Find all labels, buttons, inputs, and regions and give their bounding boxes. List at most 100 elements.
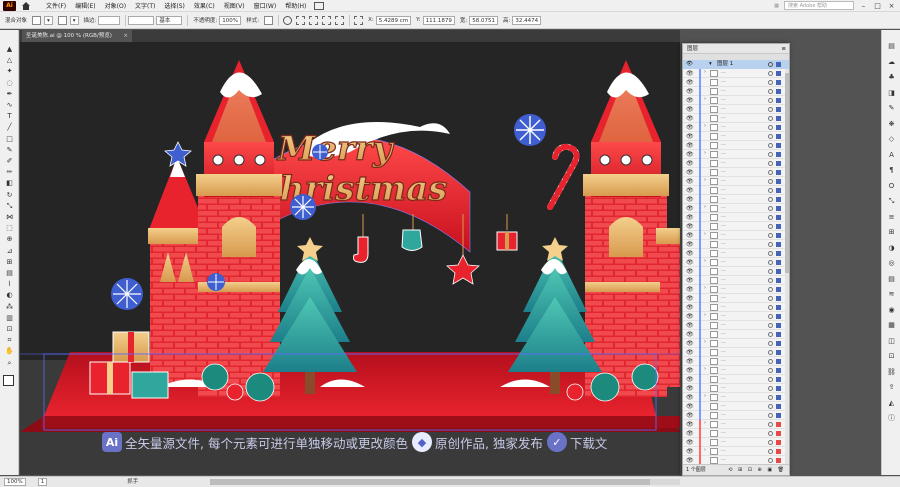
- target-icon[interactable]: [768, 242, 773, 247]
- target-icon[interactable]: [768, 89, 773, 94]
- layer-item-row[interactable]: 👁...: [683, 321, 789, 330]
- eyedropper-icon[interactable]: ⌇: [3, 279, 16, 289]
- target-icon[interactable]: [768, 98, 773, 103]
- layer-name-placeholder[interactable]: ...: [721, 222, 726, 228]
- fill-stroke-swatch[interactable]: [3, 375, 14, 386]
- layer-name-placeholder[interactable]: ...: [721, 294, 726, 300]
- layer-name-placeholder[interactable]: ...: [721, 285, 726, 291]
- selection-indicator[interactable]: [776, 332, 781, 337]
- width-icon[interactable]: ⋈: [3, 212, 16, 222]
- eye-icon[interactable]: 👁: [686, 60, 693, 69]
- menu-view[interactable]: 视图(V): [224, 1, 245, 10]
- appearance-icon[interactable]: ◎: [886, 259, 897, 268]
- swatches-icon[interactable]: ▦: [886, 321, 897, 330]
- eye-icon[interactable]: 👁: [686, 331, 694, 338]
- selection-indicator[interactable]: [776, 116, 781, 121]
- home-icon[interactable]: [20, 1, 32, 11]
- fill-dropdown[interactable]: ▾: [44, 15, 53, 25]
- target-icon[interactable]: [768, 152, 773, 157]
- y-field[interactable]: 111.1879: [422, 15, 455, 25]
- layer-item-row[interactable]: 👁...: [683, 384, 789, 393]
- eye-icon[interactable]: 👁: [686, 376, 694, 383]
- eye-icon[interactable]: 👁: [686, 448, 694, 455]
- paragraph-icon[interactable]: ¶: [886, 166, 897, 175]
- menu-window[interactable]: 窗口(W): [254, 1, 277, 10]
- eye-icon[interactable]: 👁: [686, 250, 694, 257]
- transparency-icon[interactable]: ◑: [886, 244, 897, 253]
- graphic-style-swatch[interactable]: [264, 15, 274, 25]
- shape-builder-icon[interactable]: ⊕: [3, 234, 16, 244]
- menu-type[interactable]: 文字(T): [135, 1, 155, 10]
- color-guide-icon[interactable]: ◨: [886, 89, 897, 98]
- paintbrush-icon[interactable]: ✎: [3, 145, 16, 155]
- selection-indicator[interactable]: [776, 314, 781, 319]
- layer-name-placeholder[interactable]: ...: [721, 411, 726, 417]
- layer-name-placeholder[interactable]: ...: [721, 159, 726, 165]
- layer-item-row[interactable]: 👁 ›...: [683, 177, 789, 186]
- graphic-styles-icon[interactable]: ◇: [886, 135, 897, 144]
- layer-name-placeholder[interactable]: ...: [721, 195, 726, 201]
- layer-name-placeholder[interactable]: ...: [721, 420, 726, 426]
- selection-indicator[interactable]: [776, 431, 781, 436]
- rectangle-icon[interactable]: □: [3, 134, 16, 144]
- character-icon[interactable]: A: [886, 151, 897, 160]
- selection-indicator[interactable]: [776, 206, 781, 211]
- selection-indicator[interactable]: [776, 341, 781, 346]
- layer-item-row[interactable]: 👁...: [683, 276, 789, 285]
- selection-indicator[interactable]: [776, 260, 781, 265]
- layer-item-row[interactable]: 👁...: [683, 213, 789, 222]
- layer-name-placeholder[interactable]: ...: [721, 276, 726, 282]
- target-icon[interactable]: [768, 107, 773, 112]
- layer-name-placeholder[interactable]: ...: [721, 402, 726, 408]
- selection-indicator[interactable]: [776, 233, 781, 238]
- target-icon[interactable]: [768, 296, 773, 301]
- target-icon[interactable]: [768, 422, 773, 427]
- selection-indicator[interactable]: [776, 242, 781, 247]
- layer-name-placeholder[interactable]: ...: [721, 231, 726, 237]
- layer-item-row[interactable]: 👁 ›...: [683, 204, 789, 213]
- selection-indicator[interactable]: [776, 323, 781, 328]
- selection-indicator[interactable]: [776, 161, 781, 166]
- eye-icon[interactable]: 👁: [686, 142, 694, 149]
- selection-indicator[interactable]: [776, 80, 781, 85]
- layer-name-placeholder[interactable]: ...: [721, 312, 726, 318]
- layer-name-placeholder[interactable]: ...: [721, 447, 726, 453]
- stroke-icon[interactable]: ≋: [886, 290, 897, 299]
- panel-menu-icon[interactable]: ≡: [781, 44, 786, 54]
- target-icon[interactable]: [768, 359, 773, 364]
- layer-item-row[interactable]: 👁 ›...: [683, 258, 789, 267]
- layer-item-row[interactable]: 👁 ›...: [683, 312, 789, 321]
- layer-name-placeholder[interactable]: ...: [721, 96, 726, 102]
- links-icon[interactable]: ⛓: [886, 368, 897, 377]
- symbol-sprayer-icon[interactable]: ⁂: [3, 302, 16, 312]
- eye-icon[interactable]: 👁: [686, 115, 694, 122]
- target-icon[interactable]: [768, 287, 773, 292]
- eye-icon[interactable]: 👁: [686, 187, 694, 194]
- selection-indicator[interactable]: [776, 395, 781, 400]
- layer-item-row[interactable]: 👁...: [683, 438, 789, 447]
- expand-arrow-icon[interactable]: ›: [704, 96, 706, 102]
- eye-icon[interactable]: 👁: [686, 160, 694, 167]
- direct-select-icon[interactable]: △: [3, 55, 16, 65]
- layer-1-row[interactable]: 👁 ▾ 图层 1: [683, 60, 789, 69]
- export-icon[interactable]: ⇪: [886, 383, 897, 392]
- eye-icon[interactable]: 👁: [686, 439, 694, 446]
- transform-icon[interactable]: [309, 15, 319, 25]
- menu-effect[interactable]: 效果(C): [194, 1, 215, 10]
- layer-name-placeholder[interactable]: ...: [721, 69, 726, 75]
- target-icon[interactable]: [768, 62, 773, 67]
- selection-indicator[interactable]: [776, 287, 781, 292]
- expand-arrow-icon[interactable]: ›: [704, 231, 706, 237]
- selection-indicator[interactable]: [776, 413, 781, 418]
- target-icon[interactable]: [768, 341, 773, 346]
- selection-indicator[interactable]: [776, 368, 781, 373]
- selection-indicator[interactable]: [776, 278, 781, 283]
- layer-item-row[interactable]: 👁...: [683, 294, 789, 303]
- expand-arrow-icon[interactable]: ›: [704, 339, 706, 345]
- expand-arrow-icon[interactable]: ›: [704, 366, 706, 372]
- selection-indicator[interactable]: [776, 404, 781, 409]
- shaper-icon[interactable]: ✐: [3, 156, 16, 166]
- menu-help[interactable]: 帮助(H): [285, 1, 306, 10]
- workspace-layout-icon[interactable]: [314, 1, 325, 10]
- eye-icon[interactable]: 👁: [686, 403, 694, 410]
